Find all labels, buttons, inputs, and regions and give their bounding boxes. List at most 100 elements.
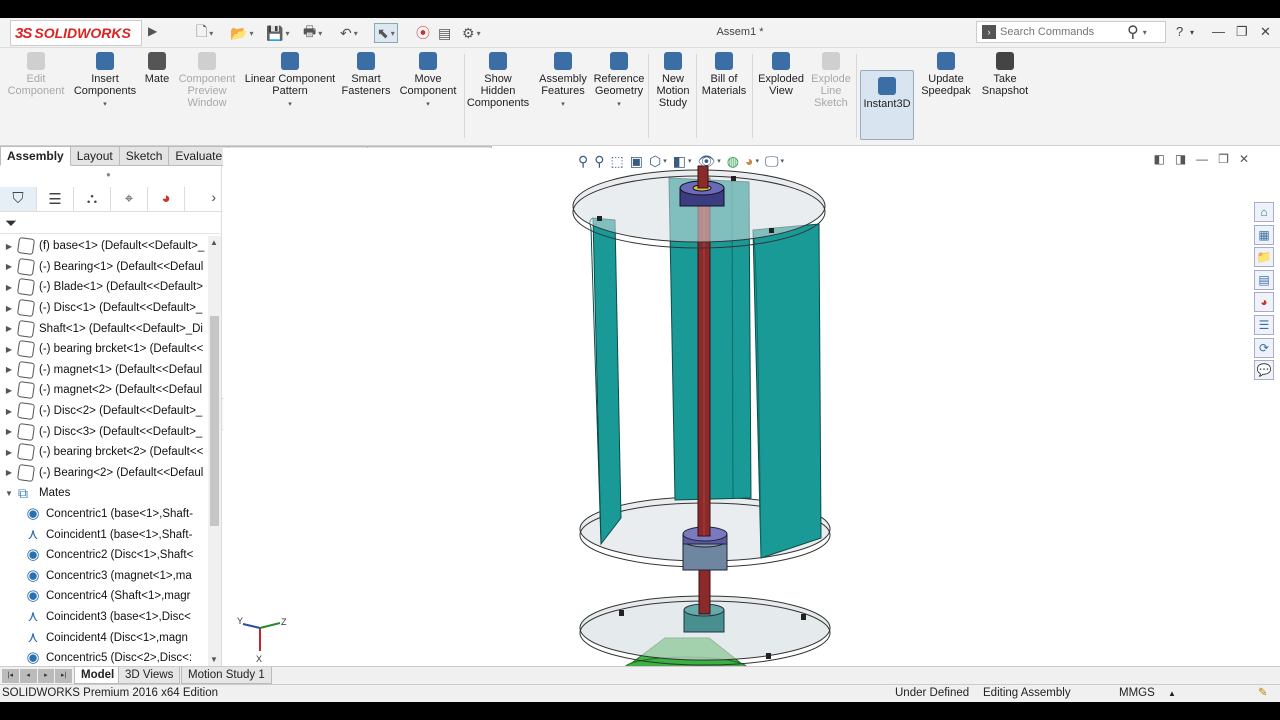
ribbon-dropdown-icon[interactable]: ▾ bbox=[536, 99, 590, 111]
tree-item-component[interactable]: ▶ (-) Bearing<2> (Default<<Defaul bbox=[0, 463, 208, 484]
apply-scene-icon[interactable]: ◕ bbox=[745, 153, 753, 169]
appearances-scenes-icon[interactable]: ◕ bbox=[1254, 292, 1274, 313]
restore-button[interactable]: ❐ bbox=[1236, 24, 1248, 40]
ribbon-button-smart-fasteners[interactable]: Smart Fasteners bbox=[340, 52, 392, 97]
expand-arrow-icon[interactable]: ▶ bbox=[0, 345, 18, 354]
ribbon-button-bill-of-materials[interactable]: Bill of Materials bbox=[698, 52, 750, 97]
search-commands-box[interactable]: › ⚲ ▾ bbox=[976, 21, 1166, 43]
ribbon-button-mate[interactable]: Mate bbox=[142, 52, 172, 85]
view-palette-icon[interactable]: ▤ bbox=[1254, 269, 1274, 290]
tree-item-mate[interactable]: ◉ Concentric5 (Disc<2>,Disc<: bbox=[0, 648, 208, 666]
tree-item-component[interactable]: ▶ (-) bearing brcket<2> (Default<< bbox=[0, 442, 208, 463]
tree-item-mate[interactable]: ◉ Concentric1 (base<1>,Shaft- bbox=[0, 504, 208, 525]
tab-feature-manager[interactable]: ⛉ bbox=[0, 186, 37, 211]
view-settings-monitor-icon[interactable]: 🖵 bbox=[765, 153, 779, 170]
solidworks-resources-home-icon[interactable]: ⌂ bbox=[1254, 202, 1274, 222]
search-dropdown-icon[interactable]: ▾ bbox=[1143, 28, 1147, 37]
select-pointer-icon[interactable]: ⬉ ▾ bbox=[374, 23, 398, 43]
tree-item-mate[interactable]: ◉ Concentric4 (Shaft<1>,magr bbox=[0, 586, 208, 607]
ribbon-button-new-motion-study[interactable]: New Motion Study bbox=[652, 52, 694, 109]
ribbon-dropdown-icon[interactable]: ▾ bbox=[242, 99, 338, 111]
expand-arrow-icon[interactable]: ▶ bbox=[0, 448, 18, 457]
ribbon-button-move-component[interactable]: Move Component ▾ bbox=[396, 52, 460, 111]
ribbon-button-update-speedpak[interactable]: Update Speedpak bbox=[918, 52, 974, 97]
tree-item-component[interactable]: ▶ (-) magnet<1> (Default<<Defaul bbox=[0, 360, 208, 381]
tab-assembly[interactable]: Assembly bbox=[0, 146, 71, 166]
ribbon-button-exploded-view[interactable]: Exploded View bbox=[756, 52, 806, 97]
expand-arrow-icon[interactable]: ▶ bbox=[0, 407, 18, 416]
ribbon-dropdown-icon[interactable]: ▾ bbox=[592, 99, 646, 111]
menu-expand-arrow-icon[interactable]: ▶ bbox=[148, 24, 162, 42]
scroll-down-icon[interactable]: ▼ bbox=[210, 655, 218, 664]
bottom-tab-model[interactable]: Model bbox=[74, 667, 122, 684]
search-input[interactable] bbox=[1000, 26, 1125, 38]
ribbon-button-insert-components[interactable]: Insert Components ▾ bbox=[70, 52, 140, 111]
panel-chevron-right-icon[interactable]: › bbox=[211, 189, 216, 205]
expand-arrow-icon[interactable]: ▶ bbox=[0, 304, 18, 313]
scroll-up-icon[interactable]: ▲ bbox=[210, 238, 218, 247]
units-caret-icon[interactable]: ▲ bbox=[1168, 685, 1176, 702]
tree-item-component[interactable]: ▶ (-) magnet<2> (Default<<Defaul bbox=[0, 380, 208, 401]
open-folder-icon[interactable]: 📂 ▾ bbox=[230, 23, 253, 43]
ribbon-dropdown-icon[interactable]: ▾ bbox=[396, 99, 460, 111]
tab-sketch[interactable]: Sketch bbox=[119, 146, 170, 166]
view-orientation-dropdown-icon[interactable]: ▾ bbox=[663, 157, 667, 165]
ribbon-button-instant3d[interactable]: Instant3D bbox=[860, 70, 914, 140]
tree-item-component[interactable]: ▶ (-) Disc<2> (Default<<Default>_ bbox=[0, 401, 208, 422]
options-gear-icon[interactable]: ⚙ ▾ bbox=[462, 23, 481, 43]
previous-view-icon[interactable]: ⬚ bbox=[611, 153, 624, 170]
rebuild-status-icon[interactable]: ✎ bbox=[1258, 685, 1268, 702]
section-view-icon[interactable]: ▣ bbox=[630, 153, 643, 170]
tab-dimxpert-manager[interactable]: ⌖ bbox=[111, 186, 148, 211]
solidworks-logo[interactable]: 3S SOLIDWORKS bbox=[10, 20, 142, 46]
viewport-collapse-left-icon[interactable]: ◧ bbox=[1153, 152, 1164, 166]
tab-property-manager[interactable]: ☰ bbox=[37, 186, 74, 211]
tree-item-component[interactable]: ▶ (-) Disc<3> (Default<<Default>_ bbox=[0, 421, 208, 442]
viewport-close-icon[interactable]: ✕ bbox=[1239, 152, 1249, 166]
tree-item-component[interactable]: ▶ (-) Bearing<1> (Default<<Defaul bbox=[0, 257, 208, 278]
file-explorer-icon[interactable]: 📁 bbox=[1254, 247, 1274, 268]
tab-configuration-manager[interactable]: ⛬ bbox=[74, 186, 111, 211]
edit-appearance-icon[interactable]: ◍ bbox=[727, 153, 739, 170]
ribbon-dropdown-icon[interactable]: ▾ bbox=[70, 99, 140, 111]
tab-display-manager[interactable]: ◕ bbox=[148, 186, 185, 211]
tree-item-mates-folder[interactable]: ▼ ⧉ Mates bbox=[0, 483, 208, 504]
view-orientation-icon[interactable]: ⬡ bbox=[649, 153, 661, 170]
tree-item-component[interactable]: ▶ (-) Blade<1> (Default<<Default> bbox=[0, 277, 208, 298]
new-document-icon[interactable]: 🗋 ▾ bbox=[196, 23, 213, 43]
print-icon[interactable]: 🖶 ▾ bbox=[303, 23, 322, 43]
tab-layout[interactable]: Layout bbox=[70, 146, 120, 166]
tab-last-icon[interactable]: ▸| bbox=[55, 669, 72, 683]
zoom-to-fit-icon[interactable]: ⚲ bbox=[578, 153, 588, 170]
help-dropdown-icon[interactable]: ▾ bbox=[1190, 28, 1194, 37]
zoom-to-area-icon[interactable]: ⚲ bbox=[594, 153, 604, 170]
tree-item-component[interactable]: ▶ Shaft<1> (Default<<Default>_Di bbox=[0, 318, 208, 339]
tree-item-component[interactable]: ▶ (f) base<1> (Default<<Default>_ bbox=[0, 236, 208, 257]
search-icon[interactable]: ⚲ bbox=[1127, 22, 1139, 42]
expand-arrow-icon[interactable]: ▶ bbox=[0, 427, 18, 436]
bottom-tab-3d-views[interactable]: 3D Views bbox=[118, 667, 181, 684]
display-style-icon[interactable]: ◧ bbox=[673, 153, 686, 170]
tree-item-mate[interactable]: ◉ Concentric3 (magnet<1>,ma bbox=[0, 566, 208, 587]
apply-scene-dropdown-icon[interactable]: ▾ bbox=[755, 157, 759, 165]
expand-arrow-icon[interactable]: ▶ bbox=[0, 468, 18, 477]
tab-next-icon[interactable]: ▸ bbox=[37, 669, 55, 683]
expand-arrow-icon[interactable]: ▶ bbox=[0, 365, 18, 374]
custom-properties-icon[interactable]: ☰ bbox=[1254, 314, 1274, 335]
blade-left[interactable] bbox=[592, 217, 622, 546]
save-icon[interactable]: 💾 ▾ bbox=[266, 23, 289, 43]
bottom-tab-motion-study-1[interactable]: Motion Study 1 bbox=[181, 667, 272, 684]
expand-arrow-icon[interactable]: ▶ bbox=[0, 283, 18, 292]
rebuild-traffic-light-icon[interactable]: ⦿ bbox=[416, 23, 430, 43]
panel-grip-icon[interactable]: ● bbox=[106, 170, 111, 179]
undo-icon[interactable]: ↶ ▾ bbox=[340, 23, 358, 43]
viewport-minimize-icon[interactable]: — bbox=[1196, 152, 1208, 166]
units-selector[interactable]: MMGS bbox=[1119, 685, 1155, 702]
close-button[interactable]: ✕ bbox=[1260, 24, 1271, 40]
tab-prev-icon[interactable]: ◂ bbox=[19, 669, 37, 683]
tree-item-mate[interactable]: ⋏ Coincident1 (base<1>,Shaft- bbox=[0, 524, 208, 545]
expand-arrow-icon[interactable]: ▶ bbox=[0, 262, 18, 271]
tab-first-icon[interactable]: |◂ bbox=[2, 669, 19, 683]
community-chat-icon[interactable]: 💬 bbox=[1254, 360, 1274, 381]
ribbon-button-show-hidden-components[interactable]: Show Hidden Components bbox=[466, 52, 530, 109]
